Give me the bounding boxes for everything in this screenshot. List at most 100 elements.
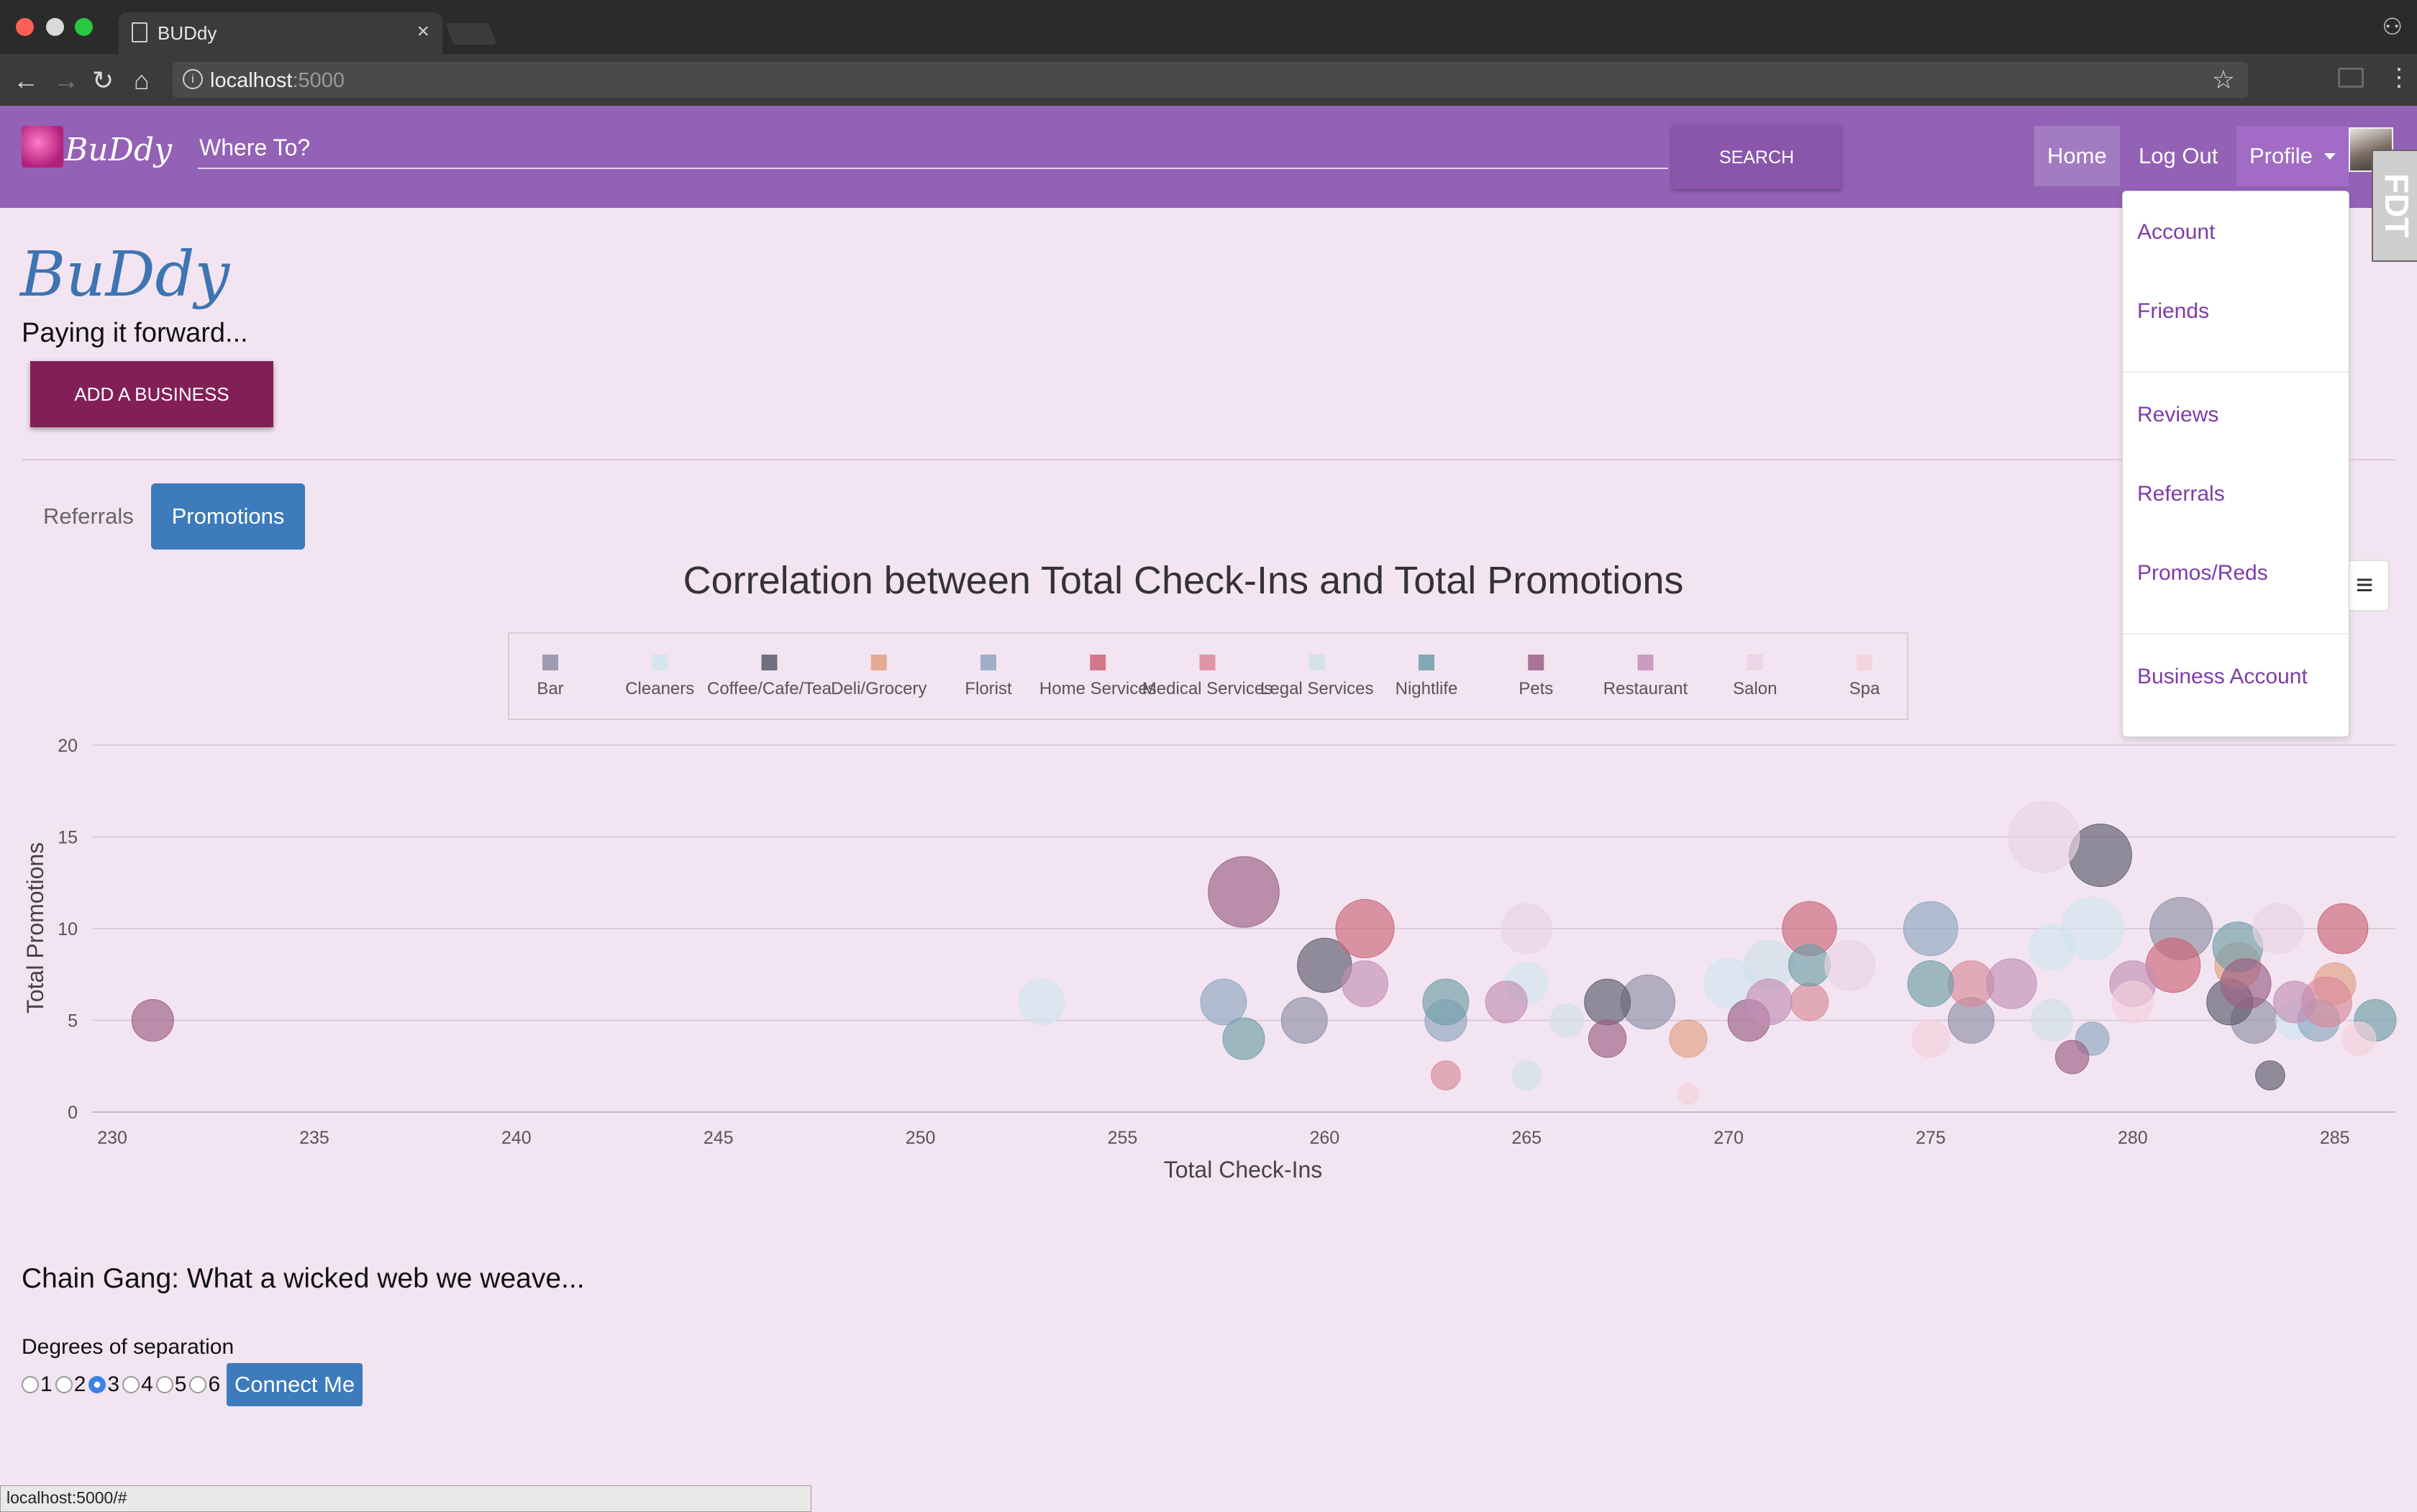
degrees-label: Degrees of separation bbox=[22, 1335, 235, 1359]
degree-radio-6[interactable] bbox=[189, 1376, 207, 1393]
data-point bbox=[1669, 1019, 1708, 1058]
y-tick-label: 15 bbox=[58, 828, 78, 848]
chart-points bbox=[131, 801, 2397, 1105]
x-tick-label: 235 bbox=[299, 1128, 329, 1148]
extension-badge[interactable]: FDT bbox=[2372, 150, 2417, 262]
close-tab-icon[interactable]: × bbox=[417, 19, 429, 44]
data-point bbox=[2220, 958, 2272, 1009]
add-business-button[interactable]: ADD A BUSINESS bbox=[30, 361, 273, 427]
menu-item-account[interactable]: Account bbox=[2137, 220, 2215, 245]
data-point bbox=[1501, 903, 1552, 955]
x-tick-label: 280 bbox=[2118, 1128, 2148, 1148]
nav-profile-dropdown[interactable]: Profile bbox=[2236, 126, 2349, 186]
data-point bbox=[2341, 1021, 2377, 1056]
degree-radio-4[interactable] bbox=[122, 1376, 140, 1393]
chain-gang-title: Chain Gang: What a wicked web we weave..… bbox=[22, 1263, 585, 1294]
forward-icon[interactable]: → bbox=[53, 65, 79, 96]
data-point bbox=[1549, 1003, 1585, 1038]
legend-label: Legal Services bbox=[1260, 679, 1373, 698]
nav-home-link[interactable]: Home bbox=[2034, 126, 2120, 186]
cast-icon[interactable] bbox=[2338, 68, 2364, 88]
page-tagline: Paying it forward... bbox=[22, 318, 248, 348]
x-tick-label: 285 bbox=[2320, 1128, 2350, 1148]
data-point bbox=[1745, 978, 1793, 1026]
data-point bbox=[1584, 978, 1631, 1026]
promotions-scatter-chart: Correlation between Total Check-Ins and … bbox=[22, 559, 2397, 1183]
navbar-logo[interactable]: BuDdy bbox=[65, 132, 172, 168]
degree-radio-2[interactable] bbox=[55, 1376, 73, 1393]
menu-item-referrals[interactable]: Referrals bbox=[2137, 482, 2225, 506]
address-bar: ← → ↻ ⌂ i localhost:5000 ☆ bbox=[0, 54, 2417, 106]
minimize-window-button[interactable] bbox=[46, 18, 64, 36]
legend-swatch bbox=[761, 655, 778, 670]
legend-swatch bbox=[542, 655, 558, 670]
x-tick-label: 230 bbox=[97, 1128, 127, 1148]
y-axis-label: Total Promotions bbox=[22, 842, 48, 1014]
nav-logout-link[interactable]: Log Out bbox=[2126, 126, 2231, 186]
data-point bbox=[2317, 903, 2369, 955]
url-port: :5000 bbox=[292, 69, 345, 92]
tab-referrals[interactable]: Referrals bbox=[29, 483, 148, 550]
new-tab-button[interactable] bbox=[445, 23, 497, 45]
logo-flower-icon[interactable] bbox=[22, 126, 63, 168]
degree-option-label: 3 bbox=[107, 1372, 120, 1396]
data-point bbox=[1903, 901, 1959, 957]
data-point bbox=[2031, 999, 2074, 1042]
nav-profile-label: Profile bbox=[2249, 143, 2313, 168]
data-point bbox=[1677, 1083, 1699, 1105]
degree-option-label: 5 bbox=[174, 1372, 187, 1396]
maximize-window-button[interactable] bbox=[75, 18, 93, 36]
profile-dropdown-menu: Account Friends Reviews Referrals Promos… bbox=[2122, 191, 2349, 737]
page-brand-title: BuDdy bbox=[20, 239, 230, 311]
legend-swatch bbox=[1637, 655, 1654, 670]
url-input[interactable]: i localhost:5000 ☆ bbox=[173, 62, 2248, 98]
degree-radio-1[interactable] bbox=[22, 1376, 39, 1393]
close-window-button[interactable] bbox=[16, 18, 34, 36]
degree-radio-3[interactable] bbox=[88, 1376, 106, 1393]
connect-me-button[interactable]: Connect Me bbox=[227, 1363, 363, 1406]
search-button[interactable]: SEARCH bbox=[1672, 126, 1841, 189]
legend-swatch bbox=[1199, 655, 1216, 670]
x-axis-label: Total Check-Ins bbox=[1164, 1157, 1323, 1183]
degree-radio-5[interactable] bbox=[155, 1376, 173, 1393]
menu-item-promos[interactable]: Promos/Reds bbox=[2137, 561, 2268, 586]
legend-swatch bbox=[1419, 655, 1434, 670]
caret-down-icon bbox=[2323, 153, 2336, 160]
bookmark-star-icon[interactable]: ☆ bbox=[2212, 65, 2235, 95]
menu-divider bbox=[2123, 633, 2349, 634]
menu-item-friends[interactable]: Friends bbox=[2137, 299, 2209, 324]
legend-label: Spa bbox=[1849, 679, 1880, 698]
back-icon[interactable]: ← bbox=[13, 65, 39, 96]
info-icon[interactable]: i bbox=[183, 69, 203, 89]
x-tick-label: 260 bbox=[1309, 1128, 1339, 1148]
search-input[interactable] bbox=[198, 127, 1668, 169]
reload-icon[interactable]: ↻ bbox=[92, 65, 114, 96]
data-point bbox=[1788, 944, 1831, 987]
x-tick-label: 270 bbox=[1713, 1128, 1744, 1148]
data-point bbox=[1824, 939, 1875, 991]
legend-label: Florist bbox=[965, 679, 1012, 698]
home-icon[interactable]: ⌂ bbox=[134, 65, 150, 96]
data-point bbox=[1986, 958, 2037, 1009]
y-axis-ticks: 0 5 10 15 20 bbox=[58, 736, 78, 1123]
browser-tab-bar: BUDdy × ⚇ bbox=[0, 0, 2417, 54]
x-tick-label: 245 bbox=[704, 1128, 734, 1148]
degree-option-label: 2 bbox=[73, 1372, 86, 1396]
browser-menu-icon[interactable]: ⋮ bbox=[2387, 63, 2411, 92]
degree-option-label: 4 bbox=[141, 1372, 153, 1396]
tab-promotions[interactable]: Promotions bbox=[151, 483, 305, 550]
data-point bbox=[2273, 980, 2316, 1024]
legend-label: Deli/Grocery bbox=[831, 679, 927, 698]
legend-swatch bbox=[1747, 655, 1763, 670]
legend-label: Pets bbox=[1519, 679, 1553, 698]
legend-label: Cleaners bbox=[625, 679, 694, 698]
degree-option-label: 6 bbox=[208, 1372, 221, 1396]
x-tick-label: 240 bbox=[501, 1128, 532, 1148]
y-tick-label: 5 bbox=[68, 1011, 78, 1031]
menu-item-reviews[interactable]: Reviews bbox=[2137, 403, 2218, 427]
menu-item-business-account[interactable]: Business Account bbox=[2137, 665, 2308, 689]
browser-tab[interactable]: BUDdy × bbox=[119, 12, 442, 54]
incognito-icon: ⚇ bbox=[2382, 14, 2403, 40]
data-point bbox=[1431, 1060, 1461, 1090]
legend-label: Bar bbox=[537, 679, 563, 698]
